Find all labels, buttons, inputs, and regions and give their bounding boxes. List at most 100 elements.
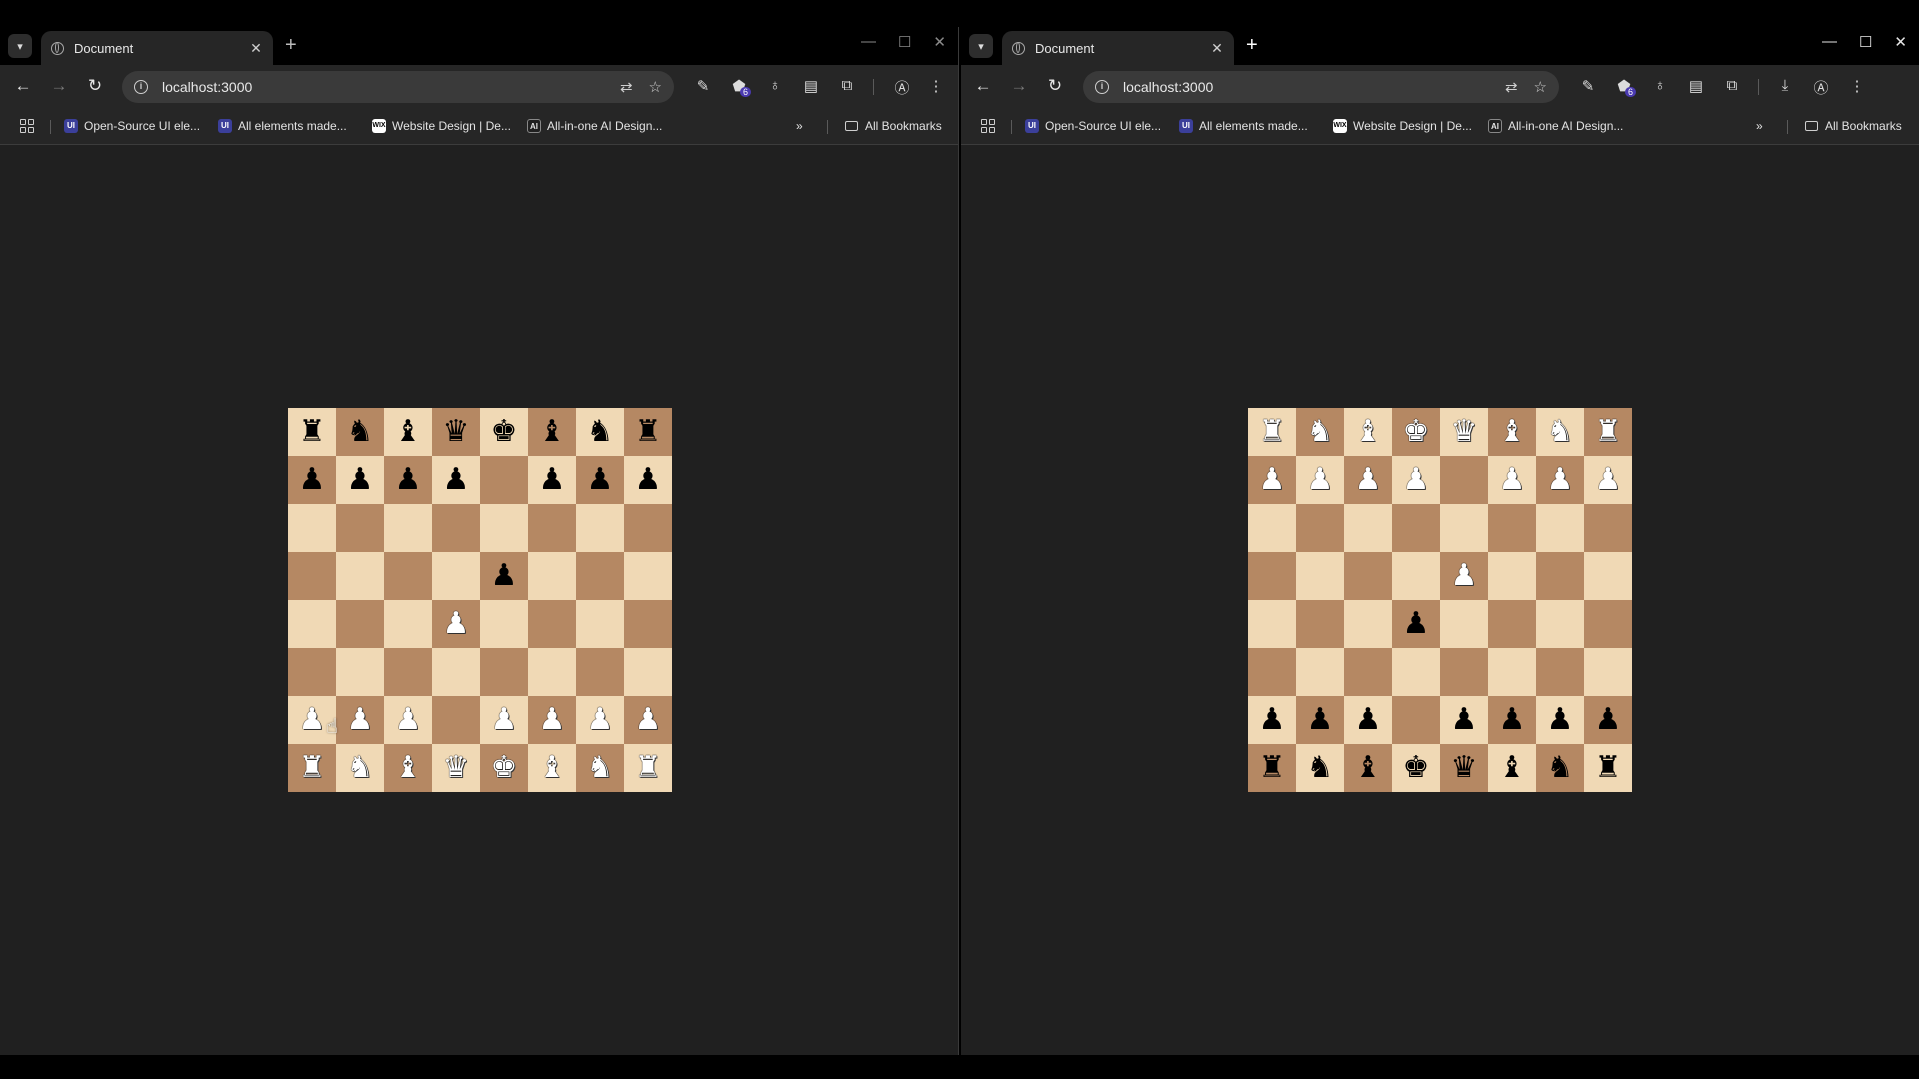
white-rook-icon[interactable]: ♜ bbox=[635, 744, 662, 792]
board-square[interactable] bbox=[384, 552, 432, 600]
board-square[interactable] bbox=[480, 648, 528, 696]
board-square[interactable]: ♟ bbox=[1344, 696, 1392, 744]
board-square[interactable]: ♜ bbox=[1584, 408, 1632, 456]
board-square[interactable] bbox=[336, 648, 384, 696]
board-square[interactable]: ♟ bbox=[1584, 696, 1632, 744]
white-bishop-icon[interactable]: ♝ bbox=[1355, 408, 1382, 456]
board-square[interactable]: ♟ bbox=[480, 696, 528, 744]
board-square[interactable] bbox=[1344, 600, 1392, 648]
board-square[interactable]: ♜ bbox=[624, 744, 672, 792]
board-square[interactable]: ♝ bbox=[1344, 744, 1392, 792]
board-square[interactable]: ♟ bbox=[1440, 552, 1488, 600]
board-square[interactable]: ♞ bbox=[336, 744, 384, 792]
tab-document[interactable]: Document ✕ bbox=[41, 31, 273, 65]
black-bishop-icon[interactable]: ♝ bbox=[539, 408, 566, 456]
black-bishop-icon[interactable]: ♝ bbox=[395, 408, 422, 456]
bookmark-star-icon[interactable]: ☆ bbox=[649, 78, 662, 96]
board-square[interactable]: ♞ bbox=[336, 408, 384, 456]
white-rook-icon[interactable]: ♜ bbox=[299, 744, 326, 792]
board-square[interactable]: ♞ bbox=[1296, 408, 1344, 456]
board-square[interactable] bbox=[384, 648, 432, 696]
white-pawn-icon[interactable]: ♟ bbox=[587, 696, 614, 744]
white-pawn-icon[interactable]: ♟ bbox=[1403, 456, 1430, 504]
board-square[interactable]: ♚ bbox=[480, 408, 528, 456]
menu-kebab-icon[interactable]: ⋮ bbox=[926, 77, 946, 95]
bookmark-3[interactable]: WIX Website Design | De... bbox=[1333, 119, 1472, 133]
white-bishop-icon[interactable]: ♝ bbox=[539, 744, 566, 792]
board-square[interactable]: ♟ bbox=[624, 696, 672, 744]
board-square[interactable] bbox=[1344, 552, 1392, 600]
board-square[interactable] bbox=[1488, 600, 1536, 648]
board-square[interactable] bbox=[336, 504, 384, 552]
more-bookmarks-icon[interactable]: » bbox=[1756, 119, 1763, 133]
board-square[interactable]: ♛ bbox=[432, 408, 480, 456]
board-square[interactable]: ♟ bbox=[1296, 696, 1344, 744]
board-square[interactable] bbox=[1536, 600, 1584, 648]
minimize-icon[interactable]: — bbox=[861, 33, 876, 51]
board-square[interactable] bbox=[1440, 456, 1488, 504]
close-window-icon[interactable]: ✕ bbox=[933, 33, 946, 51]
board-square[interactable]: ♛ bbox=[1440, 744, 1488, 792]
board-square[interactable]: ♝ bbox=[384, 408, 432, 456]
board-square[interactable]: ♛ bbox=[1440, 408, 1488, 456]
download-icon[interactable]: ⤓ bbox=[1775, 77, 1795, 94]
board-square[interactable] bbox=[1584, 552, 1632, 600]
board-square[interactable]: ♚ bbox=[1392, 744, 1440, 792]
board-square[interactable]: ♜ bbox=[1248, 408, 1296, 456]
board-square[interactable]: ♜ bbox=[1248, 744, 1296, 792]
back-icon[interactable]: ← bbox=[972, 76, 994, 96]
white-pawn-icon[interactable]: ♟ bbox=[491, 696, 518, 744]
board-square[interactable]: ♟ bbox=[576, 456, 624, 504]
board-square[interactable]: ♝ bbox=[384, 744, 432, 792]
board-square[interactable]: ♚ bbox=[480, 744, 528, 792]
board-square[interactable]: ♟ bbox=[1440, 696, 1488, 744]
white-knight-icon[interactable]: ♞ bbox=[347, 744, 374, 792]
minimize-icon[interactable]: — bbox=[1822, 33, 1837, 51]
maximize-icon[interactable]: ☐ bbox=[1859, 33, 1872, 51]
board-square[interactable] bbox=[480, 600, 528, 648]
board-square[interactable]: ♟ bbox=[528, 456, 576, 504]
board-square[interactable] bbox=[528, 552, 576, 600]
white-pawn-icon[interactable]: ♟ bbox=[395, 696, 422, 744]
reload-icon[interactable]: ↻ bbox=[1044, 76, 1066, 96]
board-square[interactable] bbox=[624, 648, 672, 696]
site-info-icon[interactable]: i bbox=[134, 80, 148, 94]
bookmark-2[interactable]: UI All elements made... bbox=[218, 119, 347, 133]
black-pawn-icon[interactable]: ♟ bbox=[299, 456, 326, 504]
board-square[interactable] bbox=[1248, 552, 1296, 600]
white-pawn-icon[interactable]: ♟ bbox=[347, 696, 374, 744]
black-pawn-icon[interactable]: ♟ bbox=[635, 456, 662, 504]
black-pawn-icon[interactable]: ♟ bbox=[1259, 696, 1286, 744]
more-bookmarks-icon[interactable]: » bbox=[796, 119, 803, 133]
board-square[interactable] bbox=[1440, 648, 1488, 696]
close-tab-icon[interactable]: ✕ bbox=[247, 40, 265, 57]
board-square[interactable] bbox=[1584, 504, 1632, 552]
board-square[interactable] bbox=[1392, 504, 1440, 552]
white-queen-icon[interactable]: ♛ bbox=[443, 744, 470, 792]
bookmark-star-icon[interactable]: ☆ bbox=[1534, 78, 1547, 96]
board-square[interactable] bbox=[576, 504, 624, 552]
black-queen-icon[interactable]: ♛ bbox=[1451, 744, 1478, 792]
board-square[interactable]: ♟ bbox=[1248, 696, 1296, 744]
board-square[interactable] bbox=[576, 648, 624, 696]
board-square[interactable]: ♝ bbox=[528, 408, 576, 456]
board-square[interactable]: ♝ bbox=[1488, 408, 1536, 456]
all-bookmarks-button[interactable]: All Bookmarks bbox=[845, 119, 942, 133]
black-king-icon[interactable]: ♚ bbox=[491, 408, 518, 456]
board-square[interactable]: ♟ bbox=[1392, 456, 1440, 504]
menu-kebab-icon[interactable]: ⋮ bbox=[1847, 77, 1867, 95]
board-square[interactable] bbox=[480, 456, 528, 504]
board-square[interactable]: ♟ bbox=[1248, 456, 1296, 504]
board-square[interactable]: ♟ bbox=[1584, 456, 1632, 504]
board-square[interactable]: ♟ bbox=[480, 552, 528, 600]
board-square[interactable] bbox=[288, 600, 336, 648]
board-square[interactable] bbox=[432, 552, 480, 600]
board-square[interactable] bbox=[336, 552, 384, 600]
white-pawn-icon[interactable]: ♟ bbox=[1451, 552, 1478, 600]
black-pawn-icon[interactable]: ♟ bbox=[1595, 696, 1622, 744]
board-square[interactable]: ♜ bbox=[288, 744, 336, 792]
board-square[interactable]: ♜ bbox=[288, 408, 336, 456]
black-pawn-icon[interactable]: ♟ bbox=[491, 552, 518, 600]
white-rook-icon[interactable]: ♜ bbox=[1259, 408, 1286, 456]
new-tab-button[interactable]: + bbox=[285, 34, 297, 56]
